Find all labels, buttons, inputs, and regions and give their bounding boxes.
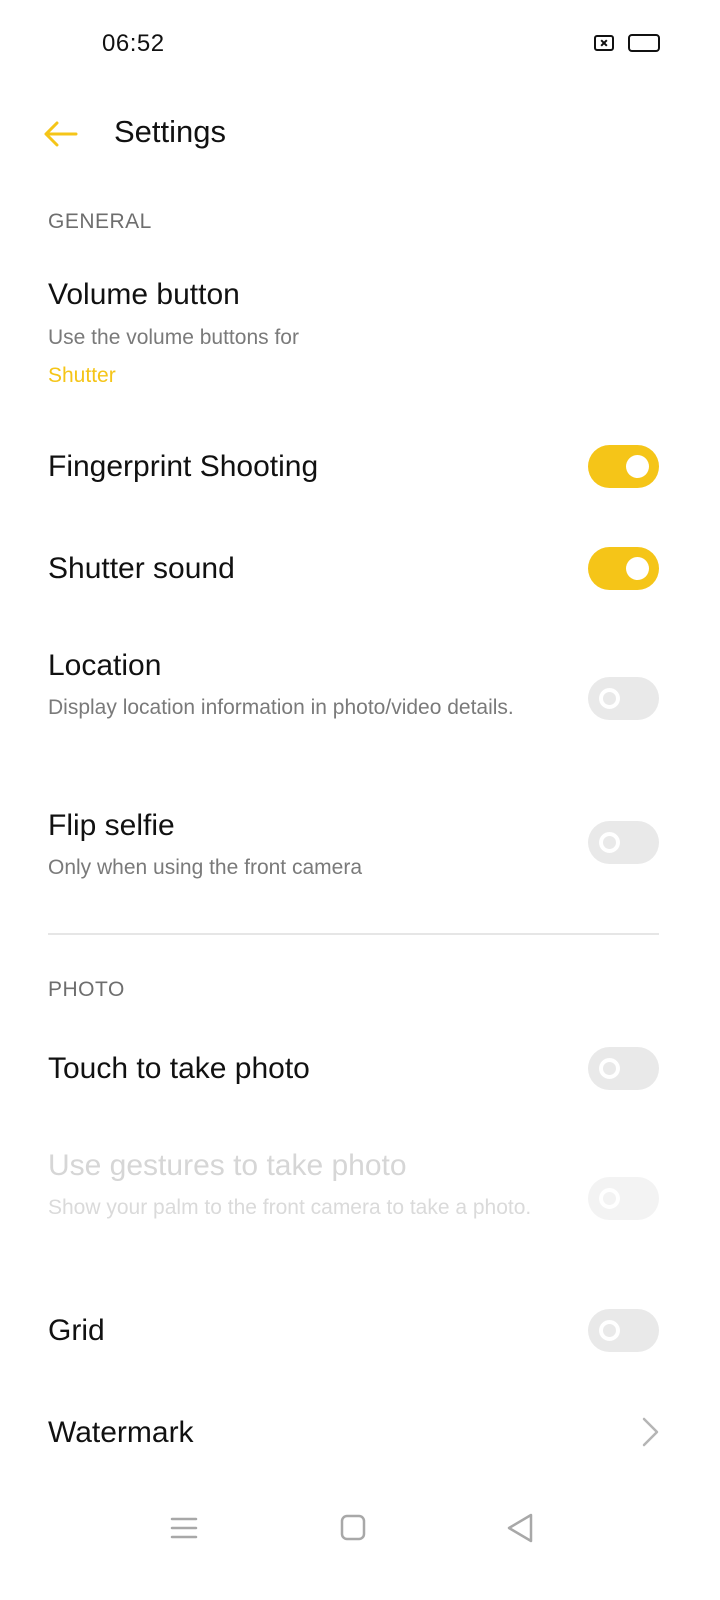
- system-nav-bar: [0, 1490, 720, 1560]
- setting-title: Fingerprint Shooting: [48, 450, 319, 483]
- setting-watermark[interactable]: Watermark: [0, 1396, 720, 1470]
- setting-title: Flip selfie: [48, 809, 175, 842]
- home-button[interactable]: [333, 1510, 373, 1546]
- fingerprint-shooting-toggle[interactable]: [588, 445, 659, 488]
- app-bar: Settings: [0, 100, 720, 168]
- status-icons: [594, 34, 660, 52]
- grid-toggle[interactable]: [588, 1309, 659, 1352]
- section-header-photo: PHOTO: [48, 978, 125, 1001]
- setting-fingerprint-shooting[interactable]: Fingerprint Shooting: [0, 430, 720, 504]
- no-sim-icon: [594, 35, 614, 51]
- back-triangle-icon: [507, 1513, 533, 1543]
- nav-back-button[interactable]: [501, 1510, 541, 1546]
- setting-subtitle: Only when using the front camera: [48, 856, 362, 879]
- chevron-right-icon: [642, 1417, 659, 1447]
- setting-title: Touch to take photo: [48, 1052, 310, 1085]
- recents-button[interactable]: [164, 1510, 204, 1546]
- setting-title: Shutter sound: [48, 552, 235, 585]
- touch-to-take-photo-toggle[interactable]: [588, 1047, 659, 1090]
- setting-location[interactable]: Location Display location information in…: [0, 640, 720, 760]
- section-header-general: GENERAL: [48, 210, 152, 233]
- setting-title: Watermark: [48, 1416, 194, 1449]
- home-icon: [340, 1514, 366, 1541]
- shutter-sound-toggle[interactable]: [588, 547, 659, 590]
- menu-icon: [170, 1517, 198, 1539]
- flip-selfie-toggle[interactable]: [588, 821, 659, 864]
- page-title: Settings: [114, 114, 227, 149]
- setting-flip-selfie[interactable]: Flip selfie Only when using the front ca…: [0, 800, 720, 890]
- setting-subtitle: Display location information in photo/vi…: [48, 696, 514, 719]
- setting-shutter-sound[interactable]: Shutter sound: [0, 532, 720, 606]
- setting-volume-button[interactable]: Volume button Use the volume buttons for…: [0, 270, 720, 400]
- location-toggle[interactable]: [588, 677, 659, 720]
- gestures-toggle: [588, 1177, 659, 1220]
- setting-title: Use gestures to take photo: [48, 1149, 407, 1182]
- setting-subtitle: Show your palm to the front camera to ta…: [48, 1196, 532, 1219]
- setting-grid[interactable]: Grid: [0, 1294, 720, 1368]
- status-time: 06:52: [102, 30, 165, 57]
- setting-title: Location: [48, 649, 162, 682]
- section-divider: [48, 933, 659, 935]
- setting-value: Shutter: [48, 364, 116, 387]
- status-bar: 06:52: [0, 0, 720, 88]
- arrow-left-icon: [44, 121, 78, 147]
- setting-subtitle: Use the volume buttons for: [48, 326, 299, 349]
- battery-full-icon: [628, 34, 660, 52]
- setting-title: Volume button: [48, 278, 240, 311]
- setting-gestures-take-photo: Use gestures to take photo Show your pal…: [0, 1140, 720, 1260]
- back-button[interactable]: [40, 114, 80, 154]
- setting-title: Grid: [48, 1314, 105, 1347]
- setting-touch-to-take-photo[interactable]: Touch to take photo: [0, 1032, 720, 1106]
